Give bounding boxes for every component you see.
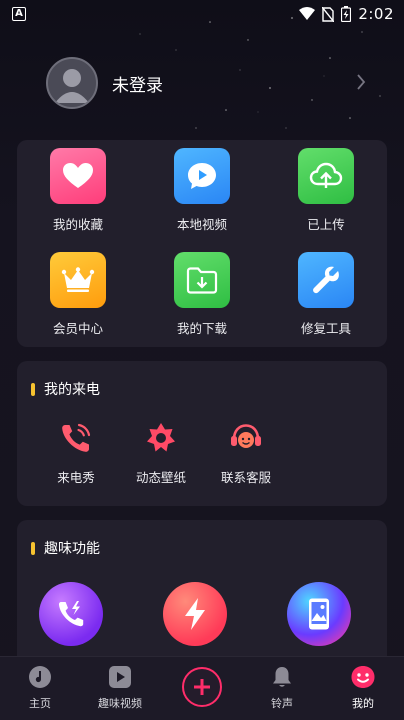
headset-icon [231,424,261,448]
bell-icon [273,667,291,687]
grid-item-label: 我的收藏 [52,217,103,232]
live-wallpaper-item[interactable]: 动态壁纸 [116,421,206,486]
my-calls-card: 我的来电 来电秀 动态壁纸 联系客服 [17,361,387,506]
section-title: 我的来电 [44,382,100,398]
battery-charging-icon [341,6,352,22]
call-item-label: 来电秀 [57,470,95,485]
music-disc-icon [29,666,51,688]
play-bubble-icon [174,148,230,204]
customer-service-item[interactable]: 联系客服 [201,421,291,486]
no-sim-icon [322,6,335,22]
section-accent-bar [31,382,35,396]
status-bar: A 2:02 [0,0,404,28]
status-left: A [12,7,26,21]
section-accent-bar [31,541,35,555]
nav-label-active: 我的 [352,697,374,710]
call-show-item[interactable]: 来电秀 [31,421,121,486]
section-title: 趣味功能 [44,541,100,557]
nav-item-ringtones[interactable]: 铃声 [252,665,312,711]
phone-ringing-icon [62,423,91,452]
app-screen: A 2:02 未登录 我的收藏 本地视频 已上传 会员中心 我的下载 修复工具 … [0,0,404,720]
grid-item-favorites[interactable]: 我的收藏 [28,148,128,240]
profile-row[interactable]: 未登录 [46,56,366,110]
grid-item-uploaded[interactable]: 已上传 [276,148,376,240]
user-avatar-icon[interactable] [46,57,98,109]
quick-actions-card: 我的收藏 本地视频 已上传 会员中心 我的下载 修复工具 [17,140,387,347]
nav-label: 趣味视频 [98,697,142,710]
bottom-navigation: 主页 趣味视频 铃声 我的 [0,656,404,720]
phone-flash-icon[interactable] [39,582,103,646]
chevron-right-icon[interactable] [356,73,366,91]
login-status-label[interactable]: 未登录 [112,71,163,96]
status-right: 2:02 [299,5,394,23]
phone-wallpaper-icon[interactable] [287,582,351,646]
plus-icon[interactable] [182,667,222,707]
status-time: 2:02 [358,5,394,23]
cloud-upload-icon [298,148,354,204]
nav-label: 铃声 [271,697,293,710]
call-item-label: 联系客服 [220,470,271,485]
grid-item-repair-tools[interactable]: 修复工具 [276,252,376,344]
grid-item-my-downloads[interactable]: 我的下载 [152,252,252,344]
grid-item-local-video[interactable]: 本地视频 [152,148,252,240]
grid-item-label: 本地视频 [176,217,227,232]
heart-icon [50,148,106,204]
grid-item-label: 我的下载 [176,321,227,336]
lightning-icon[interactable] [163,582,227,646]
nav-item-home[interactable]: 主页 [10,665,70,711]
nav-item-mine[interactable]: 我的 [333,665,393,711]
nav-item-fun-video[interactable]: 趣味视频 [90,665,150,711]
section-header: 我的来电 [31,379,100,399]
section-header: 趣味功能 [31,538,100,558]
call-item-label: 动态壁纸 [135,470,186,485]
app-notification-icon: A [12,7,26,21]
flower-icon [147,423,175,452]
grid-item-label: 修复工具 [300,321,351,336]
grid-item-label: 已上传 [307,217,345,232]
wrench-icon [298,252,354,308]
smile-face-icon [351,666,375,688]
crown-icon [50,252,106,308]
nav-label: 主页 [29,697,51,710]
grid-item-vip-center[interactable]: 会员中心 [28,252,128,344]
folder-download-icon [174,252,230,308]
play-square-icon [109,666,131,688]
wifi-icon [299,7,316,20]
grid-item-label: 会员中心 [52,321,103,336]
